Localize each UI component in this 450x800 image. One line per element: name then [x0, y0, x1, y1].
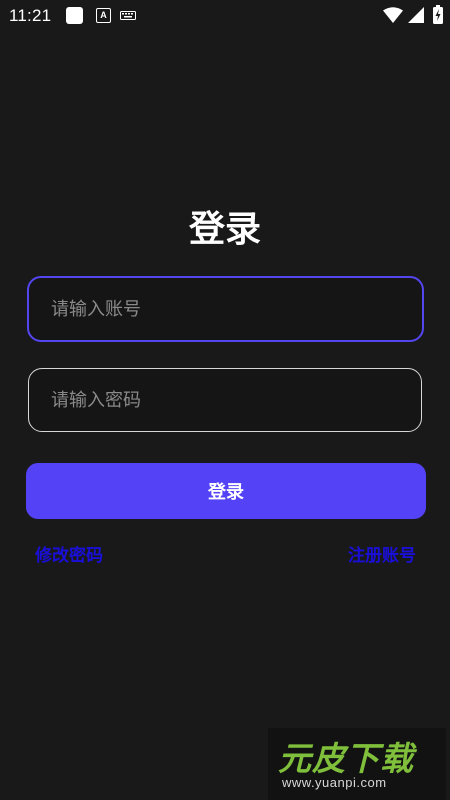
app-notification-icon [66, 7, 83, 24]
password-input[interactable] [49, 388, 421, 412]
account-input[interactable] [49, 297, 422, 321]
signal-icon [408, 7, 424, 23]
watermark-brand: 元皮下载 [278, 739, 414, 778]
login-button[interactable]: 登录 [26, 463, 426, 519]
register-account-link[interactable]: 注册账号 [348, 541, 416, 566]
page-title: 登录 [188, 209, 261, 250]
watermark-logo: 元皮下载 www.yuanpi.com [268, 728, 446, 800]
a-notification-icon: A [96, 8, 111, 23]
watermark-url: www.yuanpi.com [282, 775, 387, 790]
wifi-icon [383, 7, 403, 23]
change-password-link[interactable]: 修改密码 [35, 541, 103, 566]
password-field[interactable] [28, 368, 422, 432]
keyboard-icon [120, 11, 136, 20]
login-screen: 11:21 A 登录 登录 修改密码 注册账号 元皮下载 [0, 0, 450, 800]
status-bar: 11:21 A [0, 0, 450, 32]
status-time: 11:21 [9, 6, 52, 25]
account-field[interactable] [27, 276, 424, 342]
battery-charging-icon [433, 5, 443, 24]
